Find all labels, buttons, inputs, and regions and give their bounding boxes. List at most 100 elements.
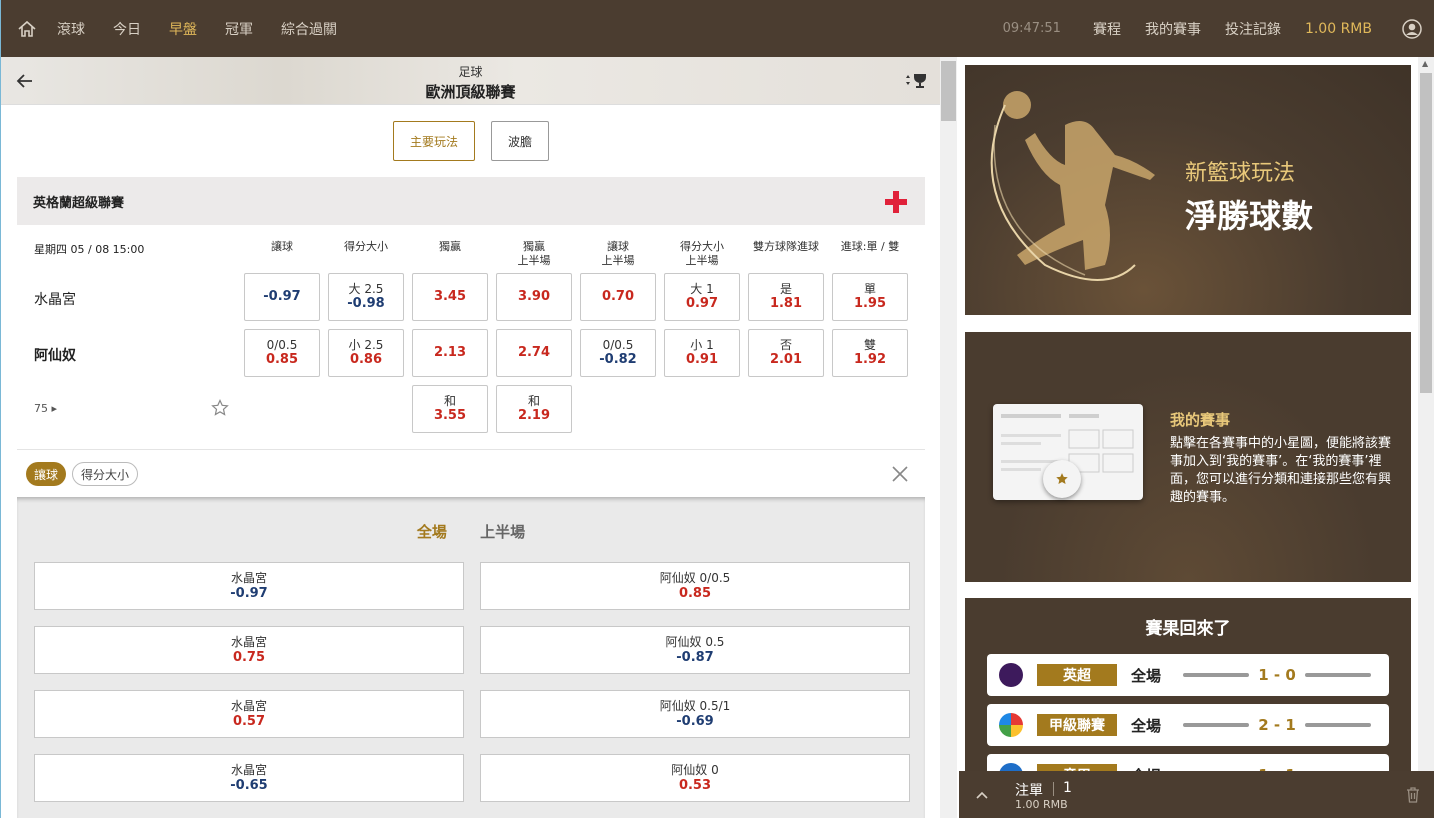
col-header-label: 獨贏 — [523, 240, 545, 253]
side-scrollbar[interactable]: ▲ ▼ — [1418, 57, 1434, 818]
col-header-label: 得分大小 — [344, 240, 388, 253]
odds-away-over-under[interactable]: 小 2.5 0.86 — [328, 329, 404, 377]
option-value: 0.75 — [232, 649, 266, 665]
competition-name: 英格蘭超級聯賽 — [33, 195, 125, 211]
home-icon[interactable] — [15, 17, 39, 41]
odds-away-1x2[interactable]: 2.13 — [412, 329, 488, 377]
handicap-home-option[interactable]: 水晶宮 -0.65 — [34, 754, 464, 802]
sort-trophy-icon[interactable] — [904, 72, 928, 90]
option-value: -0.65 — [230, 777, 268, 793]
chip-handicap[interactable]: 讓球 — [26, 462, 67, 486]
col-header-btts: 雙方球隊進球 — [748, 240, 824, 254]
promo1-title: 淨勝球數 — [1185, 197, 1314, 235]
odds-home-handicap[interactable]: -0.97 — [244, 273, 320, 321]
laliga-icon — [999, 713, 1023, 737]
odds-away-handicap-1h[interactable]: 0/0.5 -0.82 — [580, 329, 656, 377]
my-events-link[interactable]: 我的賽事 — [1145, 19, 1201, 39]
promo-banner-basketball[interactable]: 新籃球玩法 淨勝球數 — [965, 65, 1411, 315]
nav-live[interactable]: 滾球 — [57, 19, 85, 39]
match-datetime: 星期四 05 / 08 15:00 — [34, 243, 145, 256]
result-row[interactable]: 甲級聯賽 全場 2 - 1 — [987, 704, 1389, 746]
odds-value: -0.82 — [599, 352, 637, 367]
scroll-up-arrow-icon[interactable]: ▲ — [1422, 59, 1428, 68]
chip-over-under[interactable]: 得分大小 — [72, 462, 139, 486]
handicap-home-option[interactable]: 水晶宮 -0.97 — [34, 562, 464, 610]
tab-full-time[interactable]: 全場 — [417, 523, 447, 541]
scrollbar-thumb[interactable] — [1420, 73, 1432, 393]
col-header-over-under: 得分大小 — [328, 240, 404, 254]
main-scrollbar[interactable] — [940, 57, 957, 818]
tab-main-markets[interactable]: 主要玩法 — [393, 121, 475, 161]
league-title: 歐洲頂級聯賽 — [425, 83, 516, 101]
odds-home-over-under-1h[interactable]: 大 1 0.97 — [664, 273, 740, 321]
col-header-sub: 上半場 — [517, 254, 551, 267]
odds-btts-yes[interactable]: 是 1.81 — [748, 273, 824, 321]
odds-draw[interactable]: 和 3.55 — [412, 385, 488, 433]
odds-line: 和 — [443, 394, 456, 408]
promo2-body: 點擊在各賽事中的小星圖，便能將該賽事加入到‘我的賽事’。在‘我的賽事’裡面，您可… — [1170, 436, 1392, 505]
nav-early[interactable]: 早盤 — [169, 19, 197, 39]
favorite-star-icon[interactable] — [211, 399, 229, 417]
odds-home-handicap-1h[interactable]: 0.70 — [580, 273, 656, 321]
handicap-away-option[interactable]: 阿仙奴 0.5/1 -0.69 — [480, 690, 910, 738]
odds-btts-no[interactable]: 否 2.01 — [748, 329, 824, 377]
chevron-up-icon[interactable] — [975, 788, 989, 802]
add-plus-icon[interactable] — [885, 191, 907, 213]
main-nav: 滾球 今日 早盤 冠軍 綜合過關 — [57, 19, 365, 39]
col-header-label: 進球:單 / 雙 — [840, 240, 900, 253]
odds-value: 2.01 — [769, 352, 803, 367]
divider — [1183, 723, 1250, 727]
odds-home-1x2[interactable]: 3.45 — [412, 273, 488, 321]
odds-value: 0.86 — [349, 352, 383, 367]
odds-home-1x2-1h[interactable]: 3.90 — [496, 273, 572, 321]
schedule-link[interactable]: 賽程 — [1093, 19, 1121, 39]
odds-line: 單 — [863, 282, 876, 296]
odds-odd[interactable]: 單 1.95 — [832, 273, 908, 321]
bet-slip-bar[interactable]: 注單 1 1.00 RMB — [959, 771, 1434, 818]
handicap-home-option[interactable]: 水晶宮 0.75 — [34, 626, 464, 674]
promo2-title: 我的賽事 — [1170, 411, 1231, 429]
bet-slip-count: 1 — [1063, 780, 1072, 796]
option-label: 水晶宮 — [230, 634, 267, 649]
col-header-odd-even: 進球:單 / 雙 — [832, 240, 908, 254]
tab-correct-score[interactable]: 波膽 — [491, 121, 549, 161]
more-markets-link[interactable]: 75 ▸ — [34, 402, 57, 415]
odds-home-over-under[interactable]: 大 2.5 -0.98 — [328, 273, 404, 321]
option-label: 阿仙奴 0/0.5 — [659, 570, 731, 585]
result-row[interactable]: 英超 全場 1 - 0 — [987, 654, 1389, 696]
tab-first-half[interactable]: 上半場 — [480, 523, 525, 541]
option-value: -0.87 — [676, 649, 714, 665]
trash-icon[interactable] — [1406, 787, 1420, 803]
home-team: 水晶宮 — [34, 292, 76, 308]
odds-value: 3.55 — [433, 408, 467, 423]
odds-value: 1.92 — [853, 352, 887, 367]
col-header-sub: 上半場 — [601, 254, 635, 267]
close-icon[interactable] — [890, 464, 910, 484]
user-avatar-icon[interactable] — [1402, 18, 1422, 39]
scrollbar-thumb[interactable] — [941, 61, 956, 121]
odds-line: 0/0.5 — [266, 338, 298, 352]
promo-banner-my-events[interactable]: 我的賽事 點擊在各賽事中的小星圖，便能將該賽事加入到‘我的賽事’。在‘我的賽事’… — [965, 332, 1411, 582]
competition-bar: 英格蘭超級聯賽 — [17, 177, 925, 225]
col-header-over-under-1h: 得分大小 上半場 — [664, 240, 740, 268]
option-label: 水晶宮 — [230, 570, 267, 585]
odds-value: 1.95 — [853, 296, 887, 311]
odds-away-handicap[interactable]: 0/0.5 0.85 — [244, 329, 320, 377]
odds-away-1x2-1h[interactable]: 2.74 — [496, 329, 572, 377]
nav-parlay[interactable]: 綜合過關 — [281, 19, 337, 39]
nav-outright[interactable]: 冠軍 — [225, 19, 253, 39]
handicap-away-option[interactable]: 阿仙奴 0/0.5 0.85 — [480, 562, 910, 610]
bet-history-link[interactable]: 投注記錄 — [1225, 19, 1281, 39]
odds-away-over-under-1h[interactable]: 小 1 0.91 — [664, 329, 740, 377]
odds-draw-1h[interactable]: 和 2.19 — [496, 385, 572, 433]
col-header-label: 獨贏 — [439, 240, 461, 253]
handicap-home-option[interactable]: 水晶宮 0.57 — [34, 690, 464, 738]
clock: 09:47:51 — [1002, 21, 1061, 36]
col-header-label: 雙方球隊進球 — [753, 240, 819, 253]
handicap-away-option[interactable]: 阿仙奴 0.5 -0.87 — [480, 626, 910, 674]
page-header: 足球 歐洲頂級聯賽 — [1, 57, 940, 105]
handicap-away-option[interactable]: 阿仙奴 0 0.53 — [480, 754, 910, 802]
nav-today[interactable]: 今日 — [113, 19, 141, 39]
odds-even[interactable]: 雙 1.92 — [832, 329, 908, 377]
star-icon — [1043, 460, 1081, 498]
